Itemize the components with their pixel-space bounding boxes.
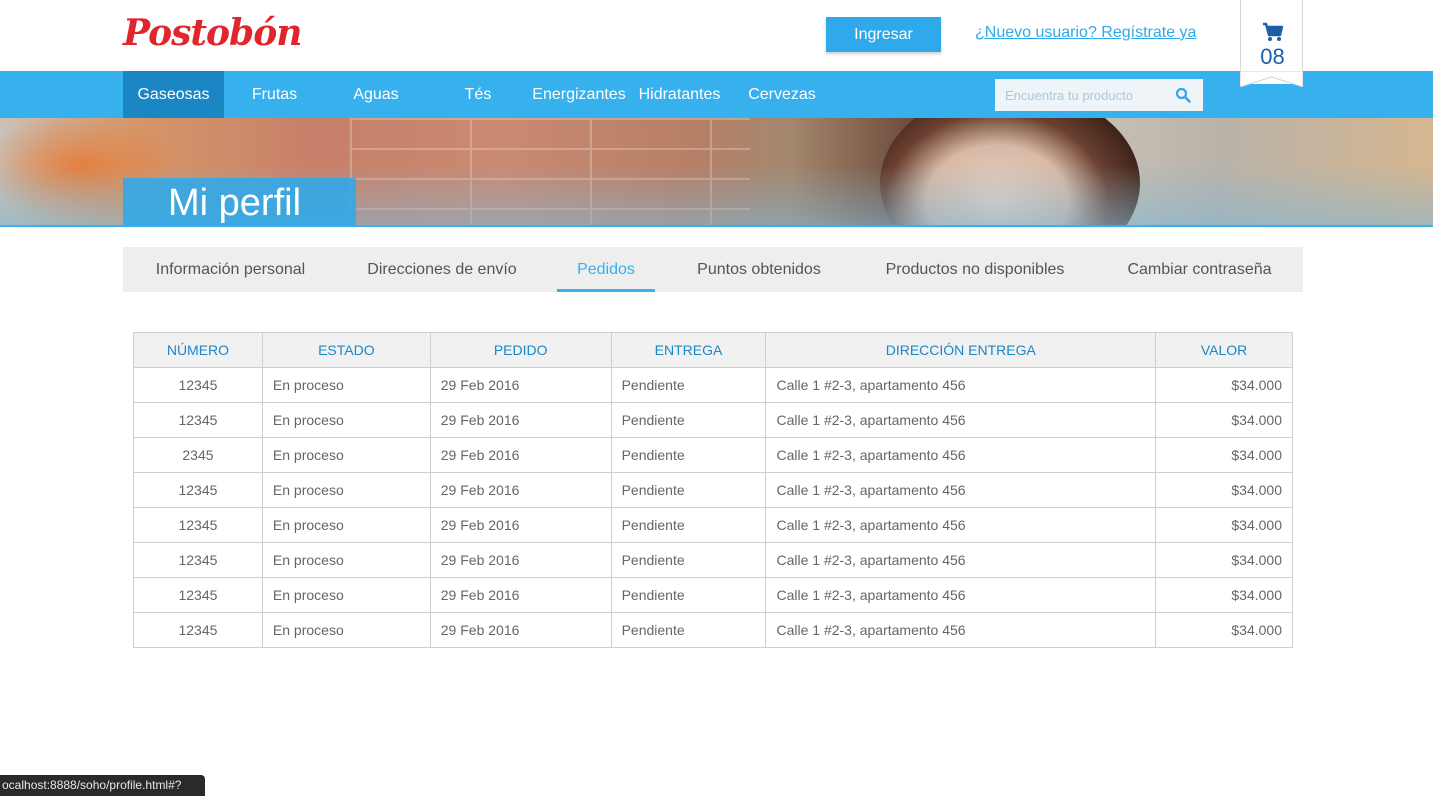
column-header-valor: VALOR xyxy=(1155,332,1293,368)
order-number-cell: 12345 xyxy=(133,472,263,508)
delivery-address-cell: Calle 1 #2-3, apartamento 456 xyxy=(765,542,1157,578)
delivery-address-cell: Calle 1 #2-3, apartamento 456 xyxy=(765,437,1157,473)
order-status-cell: En proceso xyxy=(261,577,431,613)
order-value-cell: $34.000 xyxy=(1155,472,1293,508)
tab-puntos-obtenidos[interactable]: Puntos obtenidos xyxy=(686,247,832,292)
nav-item-cervezas[interactable]: Cervezas xyxy=(730,71,834,118)
search-input[interactable] xyxy=(995,79,1165,111)
order-value-cell: $34.000 xyxy=(1155,437,1293,473)
postobon-logo[interactable]: Postobón xyxy=(123,10,302,56)
delivery-address-cell: Calle 1 #2-3, apartamento 456 xyxy=(765,577,1157,613)
order-date-cell: 29 Feb 2016 xyxy=(429,612,612,648)
delivery-address-cell: Calle 1 #2-3, apartamento 456 xyxy=(765,472,1157,508)
page-title: Mi perfil xyxy=(168,182,302,224)
table-row[interactable]: 12345 En proceso 29 Feb 2016 Pendiente Calle… xyxy=(133,542,1293,578)
order-value-cell: $34.000 xyxy=(1155,577,1293,613)
table-row[interactable]: 12345 En proceso 29 Feb 2016 Pendiente Calle… xyxy=(133,402,1293,438)
table-row[interactable]: 12345 En proceso 29 Feb 2016 Pendiente Calle… xyxy=(133,507,1293,543)
order-value-cell: $34.000 xyxy=(1155,402,1293,438)
table-row[interactable]: 12345 En proceso 29 Feb 2016 Pendiente Calle… xyxy=(133,367,1293,403)
column-header-entrega: ENTREGA xyxy=(610,332,767,368)
order-status-cell: En proceso xyxy=(261,402,431,438)
order-date-cell: 29 Feb 2016 xyxy=(429,402,612,438)
table-header-row: NÚMERO ESTADO PEDIDO ENTREGA DIRECCIÓN E… xyxy=(133,332,1293,368)
order-value-cell: $34.000 xyxy=(1155,367,1293,403)
nav-item-aguas[interactable]: Aguas xyxy=(325,71,427,118)
nav-item-gaseosas[interactable]: Gaseosas xyxy=(123,71,224,118)
order-status-cell: En proceso xyxy=(261,542,431,578)
login-button[interactable]: Ingresar xyxy=(826,17,941,52)
order-number-cell: 12345 xyxy=(133,612,263,648)
orders-table: NÚMERO ESTADO PEDIDO ENTREGA DIRECCIÓN E… xyxy=(133,332,1293,648)
register-link[interactable]: ¿Nuevo usuario? Regístrate ya xyxy=(975,24,1196,42)
nav-item-energizantes[interactable]: Energizantes xyxy=(529,71,629,118)
order-value-cell: $34.000 xyxy=(1155,542,1293,578)
nav-item-hidratantes[interactable]: Hidratantes xyxy=(629,71,730,118)
order-date-cell: 29 Feb 2016 xyxy=(429,577,612,613)
column-header-pedido: PEDIDO xyxy=(429,332,612,368)
page-title-box: Mi perfil xyxy=(123,178,356,225)
category-nav: Gaseosas Frutas Aguas Tés Energizantes H… xyxy=(0,71,1433,118)
order-status-cell: En proceso xyxy=(261,612,431,648)
delivery-address-cell: Calle 1 #2-3, apartamento 456 xyxy=(765,507,1157,543)
tab-productos-no-disponibles[interactable]: Productos no disponibles xyxy=(873,247,1077,292)
tab-informacion-personal[interactable]: Información personal xyxy=(143,247,318,292)
cart-count: 08 xyxy=(1260,44,1285,69)
site-header: Postobón Ingresar ¿Nuevo usuario? Regíst… xyxy=(0,0,1433,71)
profile-tabs: Información personal Direcciones de enví… xyxy=(123,247,1303,292)
shopping-cart-icon xyxy=(1263,22,1284,41)
order-number-cell: 12345 xyxy=(133,367,263,403)
tab-cambiar-contrasena[interactable]: Cambiar contraseña xyxy=(1117,247,1282,292)
delivery-status-cell: Pendiente xyxy=(610,507,767,543)
order-status-cell: En proceso xyxy=(261,437,431,473)
order-date-cell: 29 Feb 2016 xyxy=(429,542,612,578)
delivery-status-cell: Pendiente xyxy=(610,577,767,613)
column-header-numero: NÚMERO xyxy=(133,332,263,368)
order-number-cell: 12345 xyxy=(133,577,263,613)
delivery-address-cell: Calle 1 #2-3, apartamento 456 xyxy=(765,612,1157,648)
delivery-address-cell: Calle 1 #2-3, apartamento 456 xyxy=(765,402,1157,438)
logo-text: Postobón xyxy=(123,12,302,54)
cart-ribbon-tail xyxy=(1240,71,1303,87)
order-date-cell: 29 Feb 2016 xyxy=(429,437,612,473)
delivery-status-cell: Pendiente xyxy=(610,437,767,473)
delivery-status-cell: Pendiente xyxy=(610,612,767,648)
product-search xyxy=(995,79,1203,111)
browser-status-url: ocalhost:8888/soho/profile.html#? xyxy=(0,775,205,796)
table-row[interactable]: 12345 En proceso 29 Feb 2016 Pendiente Calle… xyxy=(133,472,1293,508)
order-date-cell: 29 Feb 2016 xyxy=(429,367,612,403)
search-icon[interactable] xyxy=(1175,87,1191,103)
order-date-cell: 29 Feb 2016 xyxy=(429,472,612,508)
order-date-cell: 29 Feb 2016 xyxy=(429,507,612,543)
order-number-cell: 12345 xyxy=(133,507,263,543)
delivery-status-cell: Pendiente xyxy=(610,367,767,403)
nav-item-tes[interactable]: Tés xyxy=(427,71,529,118)
delivery-status-cell: Pendiente xyxy=(610,402,767,438)
order-status-cell: En proceso xyxy=(261,507,431,543)
order-number-cell: 12345 xyxy=(133,402,263,438)
delivery-address-cell: Calle 1 #2-3, apartamento 456 xyxy=(765,367,1157,403)
tab-pedidos[interactable]: Pedidos xyxy=(557,247,655,292)
order-value-cell: $34.000 xyxy=(1155,507,1293,543)
table-row[interactable]: 12345 En proceso 29 Feb 2016 Pendiente Calle… xyxy=(133,577,1293,613)
table-row[interactable]: 2345 En proceso 29 Feb 2016 Pendiente Calle … xyxy=(133,437,1293,473)
order-status-cell: En proceso xyxy=(261,367,431,403)
nav-item-frutas[interactable]: Frutas xyxy=(224,71,325,118)
tab-direcciones-envio[interactable]: Direcciones de envío xyxy=(358,247,526,292)
table-row[interactable]: 12345 En proceso 29 Feb 2016 Pendiente Calle… xyxy=(133,612,1293,648)
column-header-direccion: DIRECCIÓN ENTREGA xyxy=(765,332,1157,368)
delivery-status-cell: Pendiente xyxy=(610,472,767,508)
delivery-status-cell: Pendiente xyxy=(610,542,767,578)
order-status-cell: En proceso xyxy=(261,472,431,508)
order-number-cell: 12345 xyxy=(133,542,263,578)
order-number-cell: 2345 xyxy=(133,437,263,473)
column-header-estado: ESTADO xyxy=(261,332,431,368)
order-value-cell: $34.000 xyxy=(1155,612,1293,648)
